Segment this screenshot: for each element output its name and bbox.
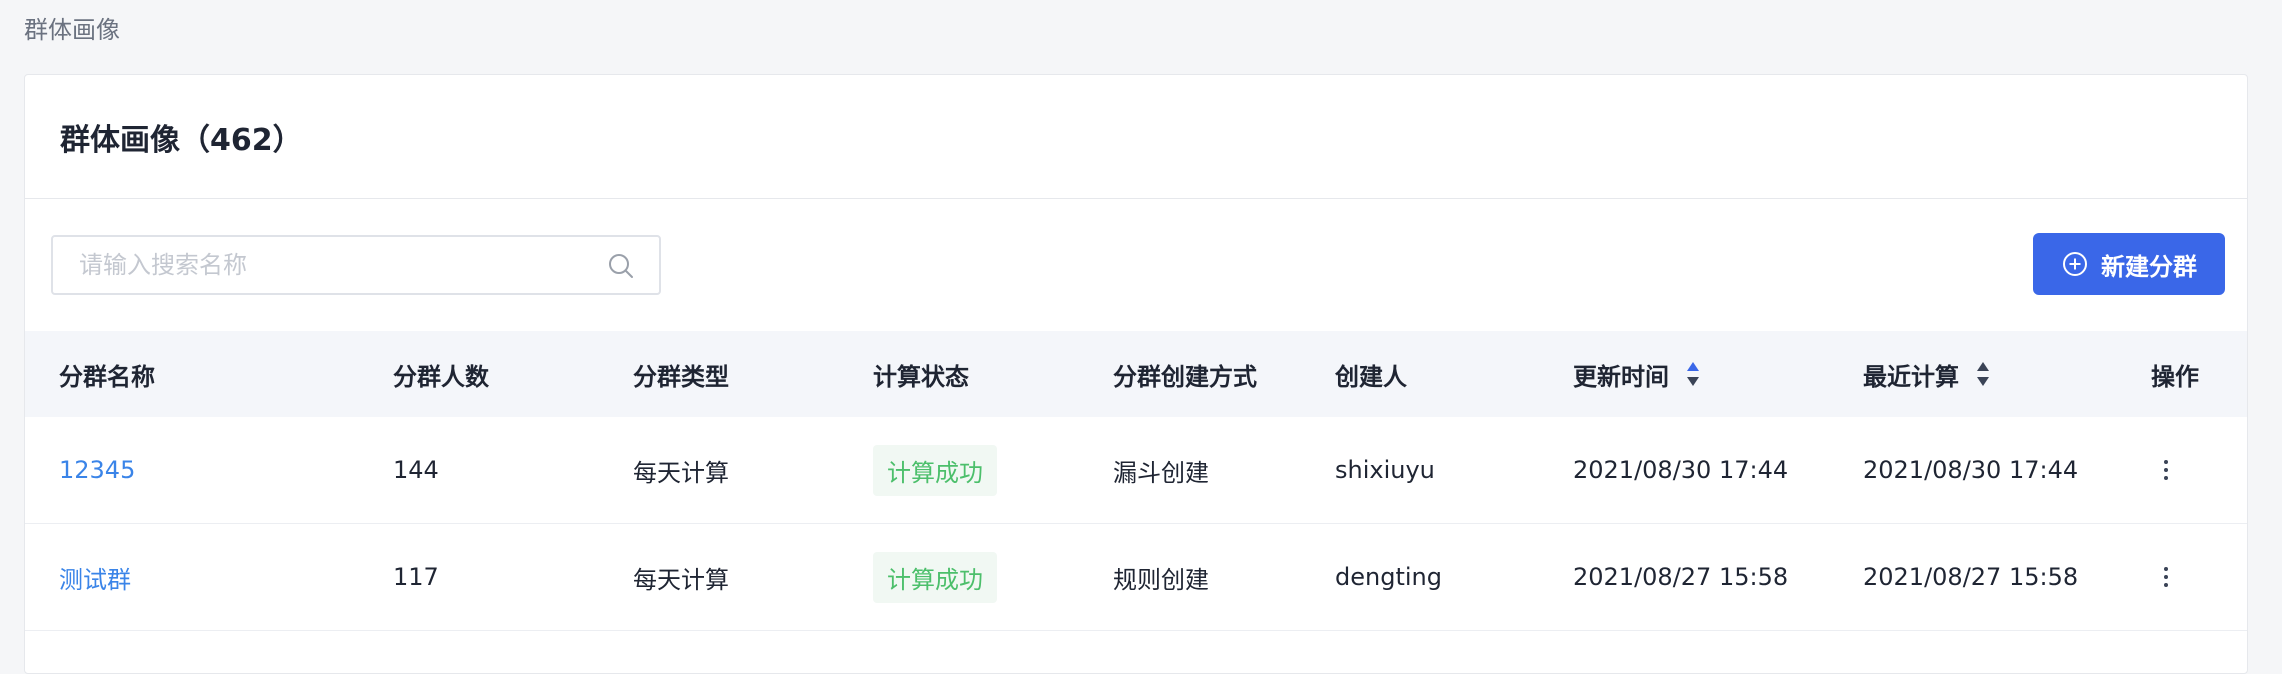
segment-type: 每天计算 bbox=[633, 565, 729, 594]
page-title: 群体画像（462） bbox=[60, 122, 303, 158]
segment-method: 漏斗创建 bbox=[1113, 458, 1209, 487]
segment-table: 分群名称 分群人数 分群类型 计算状态 分群创建方式 创建人 更新时间 最近计算 bbox=[25, 331, 2247, 631]
segment-creator: dengting bbox=[1335, 563, 1442, 591]
col-header-last-calc: 最近计算 bbox=[1863, 331, 1991, 417]
segment-method: 规则创建 bbox=[1113, 565, 1209, 594]
search-icon[interactable] bbox=[607, 252, 635, 280]
segment-updated: 2021/08/30 17:44 bbox=[1573, 456, 1789, 484]
segment-updated: 2021/08/27 15:58 bbox=[1573, 563, 1789, 591]
col-header-actions: 操作 bbox=[2151, 362, 2199, 391]
segment-card: 群体画像（462） 新建分群 分群名称 分群人数 分群类型 计算状态 分群创建方… bbox=[24, 74, 2248, 674]
status-badge: 计算成功 bbox=[873, 551, 997, 603]
table-row: 测试群 117 每天计算 计算成功 规则创建 dengting 2021/08/… bbox=[25, 524, 2247, 631]
new-segment-label: 新建分群 bbox=[2101, 252, 2197, 281]
col-header-count: 分群人数 bbox=[393, 362, 489, 391]
new-segment-button[interactable]: 新建分群 bbox=[2033, 233, 2225, 295]
table-row: 12345 144 每天计算 计算成功 漏斗创建 shixiuyu 2021/0… bbox=[25, 417, 2247, 524]
toolbar: 新建分群 bbox=[25, 199, 2247, 329]
col-header-method: 分群创建方式 bbox=[1113, 362, 1257, 391]
segment-creator: shixiuyu bbox=[1335, 456, 1435, 484]
sort-icon[interactable] bbox=[1975, 359, 1991, 389]
status-badge: 计算成功 bbox=[873, 444, 997, 496]
segment-name-link[interactable]: 测试群 bbox=[59, 524, 131, 630]
segment-type: 每天计算 bbox=[633, 458, 729, 487]
col-header-name: 分群名称 bbox=[59, 362, 155, 391]
segment-name-link[interactable]: 12345 bbox=[59, 417, 135, 523]
plus-circle-icon bbox=[2063, 252, 2087, 276]
segment-count: 117 bbox=[393, 563, 439, 591]
table-header: 分群名称 分群人数 分群类型 计算状态 分群创建方式 创建人 更新时间 最近计算 bbox=[25, 331, 2247, 417]
col-header-status: 计算状态 bbox=[873, 362, 969, 391]
actions-cell bbox=[2151, 524, 2181, 630]
status-cell: 计算成功 bbox=[873, 417, 997, 523]
breadcrumb: 群体画像 bbox=[24, 16, 120, 44]
actions-cell bbox=[2151, 417, 2181, 523]
search-input[interactable] bbox=[53, 237, 593, 293]
sort-icon[interactable] bbox=[1685, 359, 1701, 389]
more-vertical-icon[interactable] bbox=[2151, 562, 2181, 592]
more-vertical-icon[interactable] bbox=[2151, 455, 2181, 485]
col-header-last-calc-label: 最近计算 bbox=[1863, 362, 1959, 391]
segment-last-calc: 2021/08/27 15:58 bbox=[1863, 563, 2079, 591]
col-header-type: 分群类型 bbox=[633, 362, 729, 391]
segment-count: 144 bbox=[393, 456, 439, 484]
search-box bbox=[51, 235, 661, 295]
col-header-updated: 更新时间 bbox=[1573, 331, 1701, 417]
col-header-creator: 创建人 bbox=[1335, 362, 1407, 391]
status-cell: 计算成功 bbox=[873, 524, 997, 630]
col-header-updated-label: 更新时间 bbox=[1573, 362, 1669, 391]
segment-last-calc: 2021/08/30 17:44 bbox=[1863, 456, 2079, 484]
card-header: 群体画像（462） bbox=[25, 75, 2247, 199]
